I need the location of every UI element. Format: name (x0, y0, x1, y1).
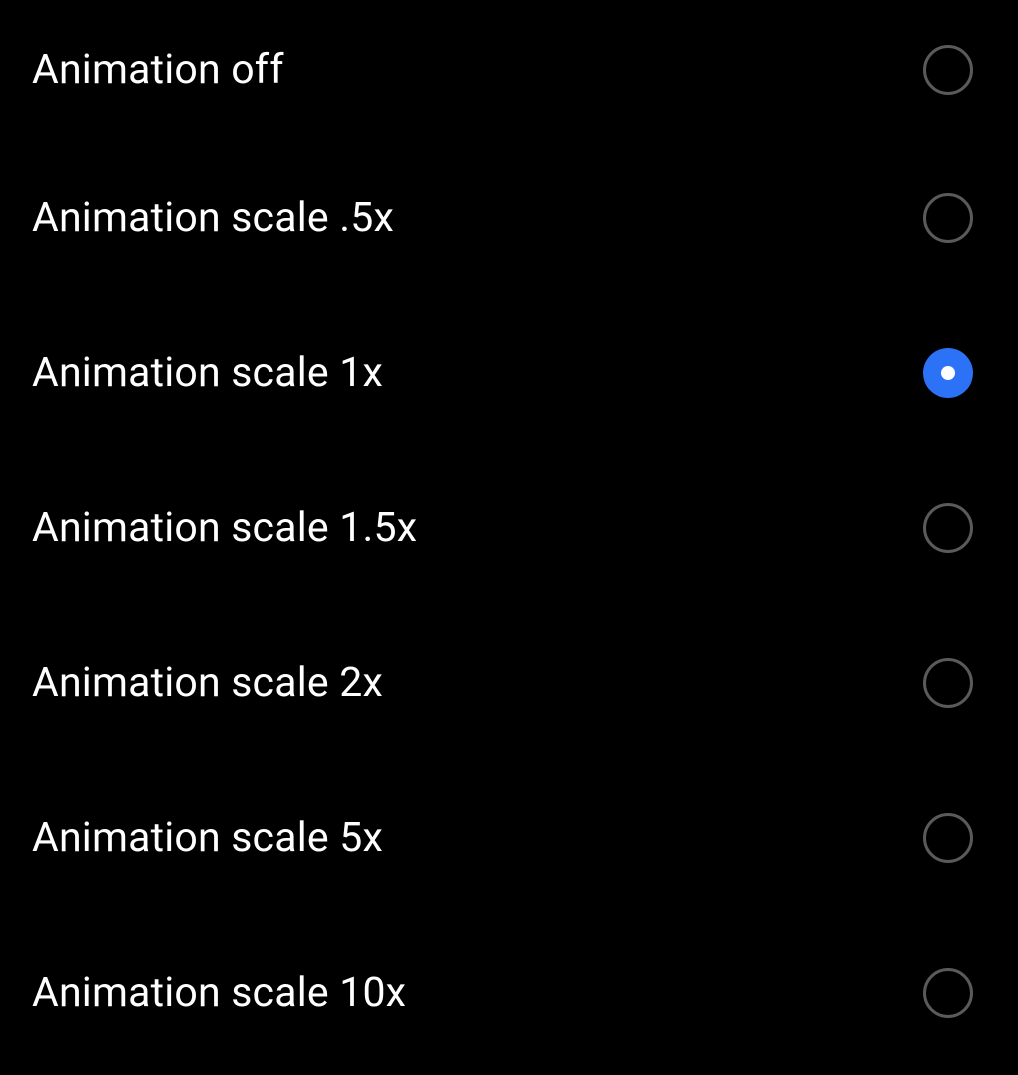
radio-icon (923, 658, 973, 708)
radio-icon (923, 193, 973, 243)
option-animation-scale-5x[interactable]: Animation scale 5x (0, 760, 1018, 915)
radio-icon (923, 503, 973, 553)
option-label: Animation scale .5x (32, 194, 394, 242)
radio-icon (923, 813, 973, 863)
radio-selected-icon (923, 348, 973, 398)
option-label: Animation off (32, 46, 284, 94)
option-animation-scale-1-5x[interactable]: Animation scale 1.5x (0, 450, 1018, 605)
option-label: Animation scale 5x (32, 814, 383, 862)
option-animation-scale-2x[interactable]: Animation scale 2x (0, 605, 1018, 760)
option-animation-scale-10x[interactable]: Animation scale 10x (0, 915, 1018, 1070)
radio-icon (923, 45, 973, 95)
option-label: Animation scale 2x (32, 659, 383, 707)
option-label: Animation scale 10x (32, 969, 406, 1017)
option-animation-scale-1x[interactable]: Animation scale 1x (0, 295, 1018, 450)
radio-icon (923, 968, 973, 1018)
animation-scale-option-list: Animation off Animation scale .5x Animat… (0, 0, 1018, 1070)
option-label: Animation scale 1x (32, 349, 383, 397)
option-label: Animation scale 1.5x (32, 504, 417, 552)
option-animation-off[interactable]: Animation off (0, 0, 1018, 140)
option-animation-scale-0-5x[interactable]: Animation scale .5x (0, 140, 1018, 295)
